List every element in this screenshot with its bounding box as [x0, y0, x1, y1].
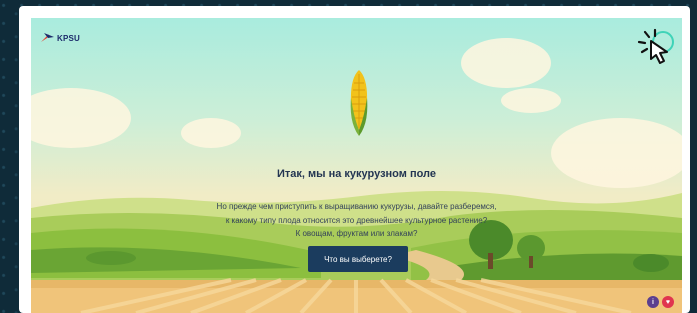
paragraph-line: Но прежде чем приступить к выращиванию к…	[216, 202, 497, 211]
intro-title: Итак, мы на кукурузном поле	[276, 168, 436, 180]
logo-text: KPSU	[57, 33, 81, 43]
choose-button[interactable]: Что вы выберете?	[308, 246, 408, 272]
cloud	[501, 88, 561, 113]
cornfield-scene: KPSU Итак, мы на кукурузном поле Но преж…	[31, 18, 682, 313]
heart-icon[interactable]: ♥	[662, 296, 674, 308]
lesson-card: KPSU Итак, мы на кукурузном поле Но преж…	[19, 6, 690, 313]
cloud	[181, 118, 241, 148]
paragraph-line: к какому типу плода относится это древне…	[225, 215, 488, 225]
info-icon[interactable]: i	[647, 296, 659, 308]
intro-text-block: Итак, мы на кукурузном поле Но прежде че…	[31, 168, 682, 241]
paragraph-line: К овощам, фруктам или злакам?	[295, 229, 418, 238]
corner-badges: i ♥	[647, 296, 674, 308]
cloud	[461, 38, 551, 88]
logo-icon	[41, 33, 54, 42]
corn-icon	[350, 70, 368, 136]
click-cursor-icon[interactable]	[633, 28, 677, 68]
intro-paragraph: Но прежде чем приступить к выращиванию к…	[31, 200, 682, 241]
brand-logo: KPSU	[41, 32, 80, 44]
